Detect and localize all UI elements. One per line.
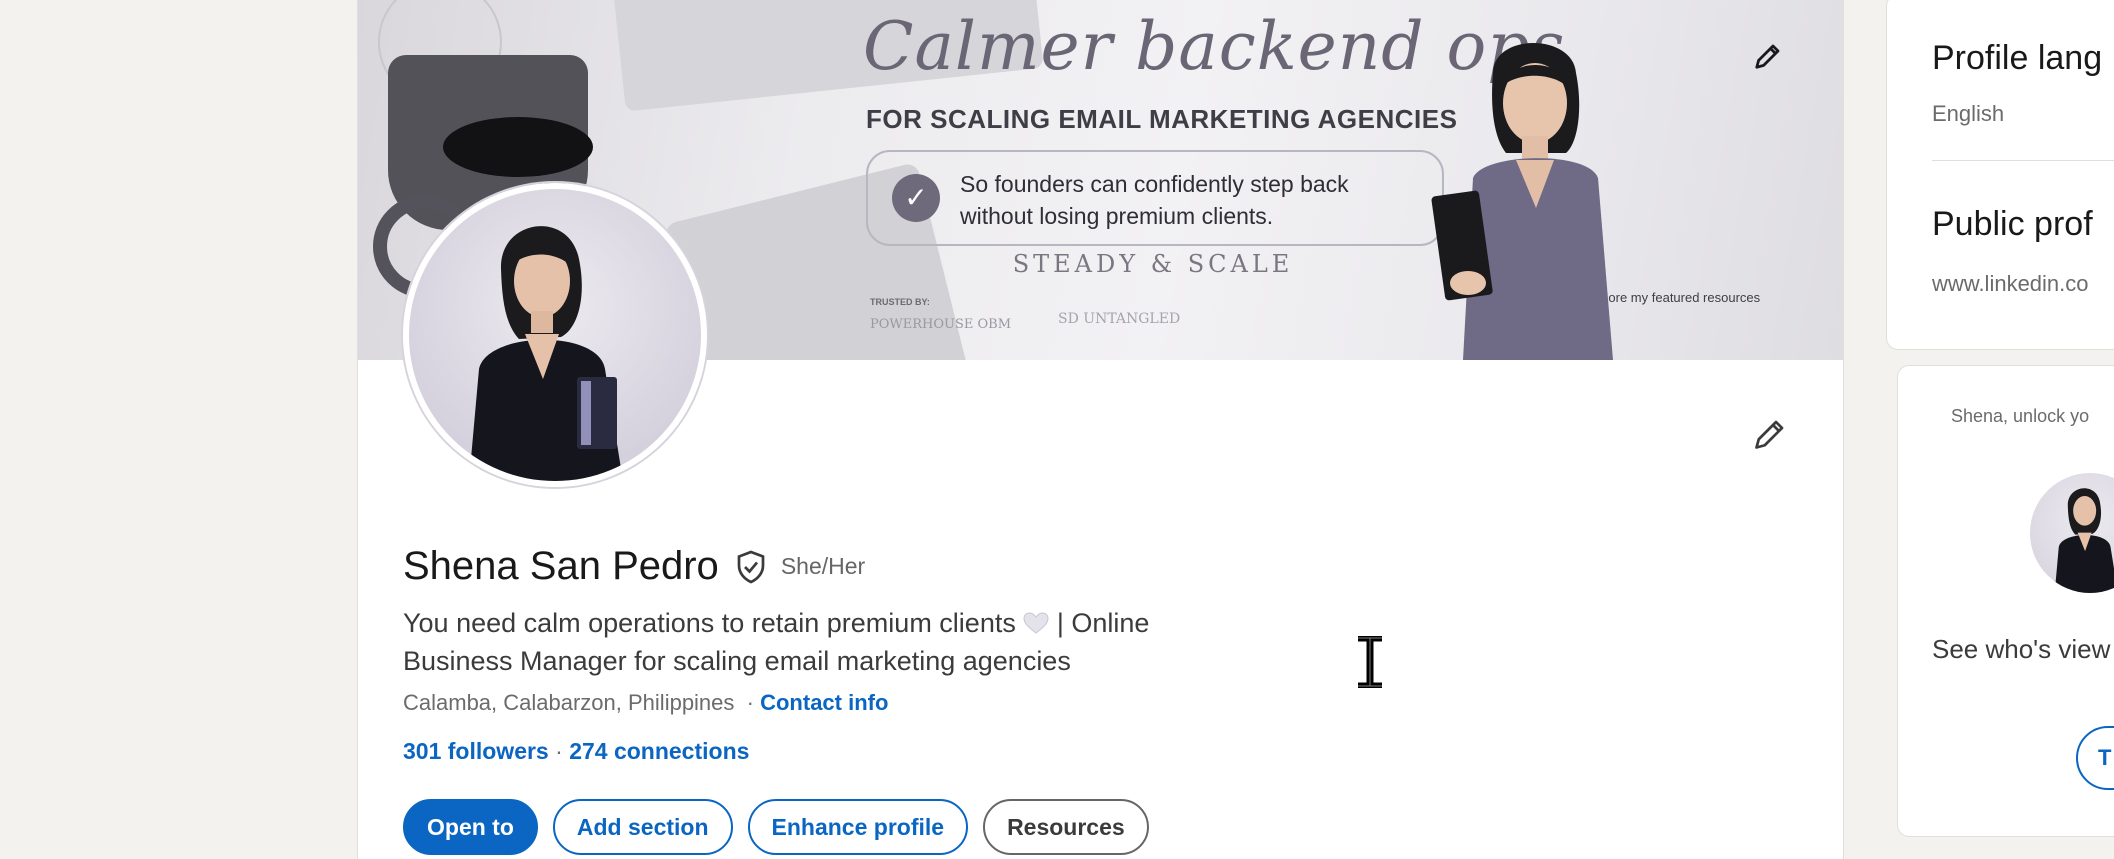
profile-settings-card: Profile lang English Public prof www.lin… (1886, 0, 2114, 350)
see-profile-viewers-text: See who's view (1932, 634, 2111, 664)
text-cursor-icon (1358, 636, 1382, 688)
headline-text-part1: You need calm operations to retain premi… (403, 608, 1016, 638)
headline-text-line2: Business Manager for scaling email marke… (403, 646, 1071, 676)
network-separator: · (555, 738, 570, 764)
headline-text-part2: | Online (1049, 608, 1150, 638)
heart-icon (1023, 612, 1049, 634)
banner-portrait (1431, 43, 1613, 360)
profile-name: Shena San Pedro (403, 544, 719, 588)
pencil-icon (1755, 420, 1784, 449)
public-profile-url[interactable]: www.linkedin.co (1932, 271, 2089, 297)
connections-link[interactable]: 274 connections (569, 738, 749, 764)
check-icon: ✓ (892, 174, 940, 222)
banner-tagline-line1: So founders can confidently step back (960, 171, 1349, 197)
promo-button[interactable]: T (2076, 726, 2114, 790)
pencil-icon (1755, 44, 1780, 69)
edit-intro-button[interactable] (1748, 412, 1792, 456)
add-section-button[interactable]: Add section (552, 799, 733, 855)
profile-actions: Open to Add section Enhance profile Reso… (403, 799, 1149, 855)
profile-pronouns: She/Her (780, 553, 866, 579)
profile-language-value: English (1932, 101, 2005, 126)
resources-button[interactable]: Resources (983, 799, 1149, 855)
profile-headline: You need calm operations to retain premi… (403, 604, 1303, 680)
banner-brand: STEADY & SCALE (1012, 250, 1294, 278)
banner-trusted-by: TRUSTED BY: (870, 297, 930, 307)
partner-logo-powerhouse: POWERHOUSE OBM (870, 317, 1012, 332)
profile-location-row: Calamba, Calabarzon, Philippines · Conta… (403, 690, 888, 716)
open-to-button[interactable]: Open to (403, 799, 538, 855)
settings-divider (1932, 160, 2114, 161)
profile-avatar[interactable] (403, 183, 707, 487)
promo-text: Shena, unlock yo (1951, 406, 2090, 426)
contact-info-link[interactable]: Contact info (760, 690, 888, 715)
profile-network-row: 301 followers · 274 connections (403, 738, 749, 765)
followers-link[interactable]: 301 followers (403, 738, 549, 764)
banner-tagline-box: ✓ So founders can confidently step back … (866, 150, 1444, 246)
premium-promo-card: Shena, unlock yo See who's view T (1897, 365, 2114, 837)
enhance-profile-button[interactable]: Enhance profile (747, 799, 969, 855)
banner-subtitle: FOR SCALING EMAIL MARKETING AGENCIES (866, 104, 1458, 134)
banner-tagline: So founders can confidently step back wi… (960, 168, 1349, 232)
profile-language-title[interactable]: Profile lang (1932, 39, 2102, 78)
location-separator: · (740, 690, 761, 715)
profile-name-row: Shena San Pedro She/Her (403, 544, 865, 589)
avatar-portrait (469, 226, 623, 481)
partner-logo-sd: SD UNTANGLED (1058, 311, 1181, 327)
banner-tagline-line2: without losing premium clients. (960, 203, 1274, 229)
profile-location: Calamba, Calabarzon, Philippines (403, 690, 735, 715)
edit-banner-button[interactable] (1748, 36, 1788, 76)
verified-shield-icon[interactable] (733, 549, 769, 585)
promo-avatar (2030, 473, 2114, 593)
profile-main-card: Calmer backend ops FOR SCALING EMAIL MAR… (357, 0, 1844, 859)
public-profile-title[interactable]: Public prof (1932, 205, 2093, 244)
